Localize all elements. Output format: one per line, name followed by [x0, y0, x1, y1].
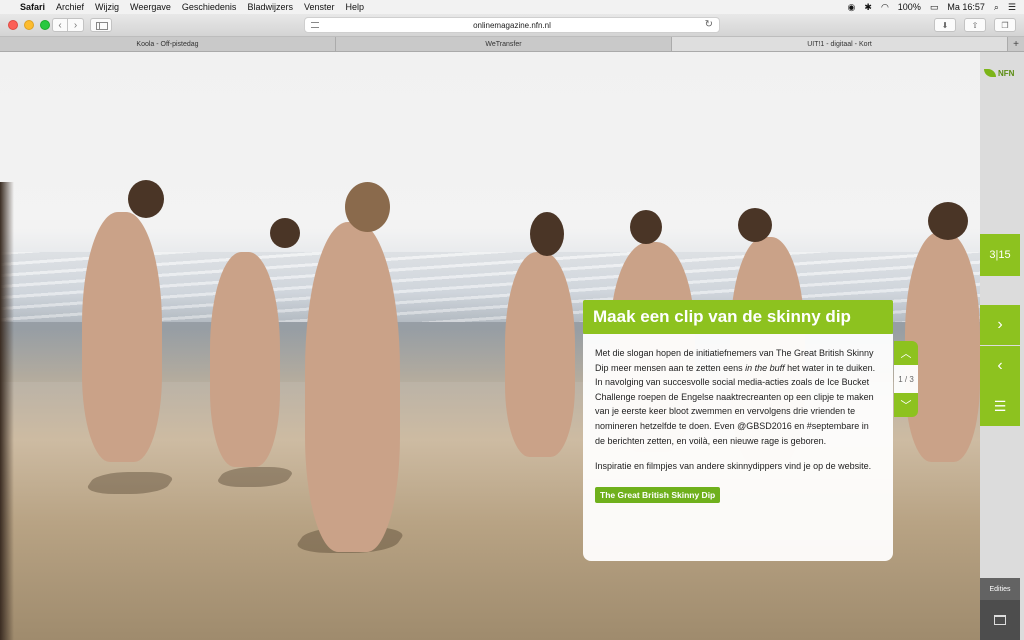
- bluetooth-icon[interactable]: ✱: [864, 2, 872, 13]
- article-title: Maak een clip van de skinny dip: [583, 300, 893, 334]
- chevron-right-icon: ›: [73, 19, 78, 31]
- figure-shadow: [212, 467, 298, 487]
- leaf-icon: [984, 69, 996, 77]
- menu-geschiedenis[interactable]: Geschiedenis: [182, 2, 237, 12]
- runner-figure: [505, 252, 575, 457]
- previous-page-button[interactable]: ‹: [980, 346, 1020, 386]
- inbox-button[interactable]: [980, 600, 1020, 640]
- spotlight-icon[interactable]: ⌕: [994, 2, 999, 13]
- runner-head: [630, 210, 662, 244]
- history-nav: ‹ ›: [52, 18, 84, 32]
- chevron-up-icon: ︿: [900, 348, 912, 360]
- battery-icon[interactable]: ▭: [930, 2, 939, 13]
- skinny-dip-link-button[interactable]: The Great British Skinny Dip: [595, 486, 721, 503]
- page-viewport: Maak een clip van de skinny dip Met die …: [0, 52, 1024, 640]
- magazine-sidebar: NFN 3|15 › ‹ ☰ Edities: [980, 52, 1024, 640]
- pager-indicator: 1 / 3: [894, 365, 918, 393]
- tab-koola[interactable]: Koola - Off-pistedag: [0, 37, 336, 51]
- runner-head: [345, 182, 390, 232]
- article-panel: Met die slogan hopen de initiatiefnemers…: [583, 334, 893, 561]
- tabs-icon: ❐: [1001, 20, 1009, 30]
- browser-toolbar: ‹ › onlinemagazine.nfn.nl ↻ ⬇ ⇧ ❐: [0, 14, 1024, 37]
- back-button[interactable]: ‹: [52, 18, 68, 32]
- clock[interactable]: Ma 16:57: [947, 2, 985, 12]
- inbox-icon: [994, 615, 1006, 625]
- creative-cloud-icon[interactable]: ◉: [848, 2, 856, 13]
- next-page-button[interactable]: ›: [980, 305, 1020, 345]
- chevron-right-icon: ›: [997, 316, 1003, 333]
- menu-button[interactable]: ☰: [980, 386, 1020, 426]
- reload-icon[interactable]: ↻: [705, 19, 713, 30]
- menubar-status: ◉ ✱ ◠ 100% ▭ Ma 16:57 ⌕ ☰: [848, 2, 1016, 13]
- edities-button[interactable]: Edities: [980, 578, 1020, 600]
- logo-text: NFN: [998, 68, 1015, 78]
- wifi-icon[interactable]: ◠: [881, 2, 889, 13]
- sidebar-toggle-button[interactable]: [90, 18, 112, 32]
- figure-shadow: [82, 472, 178, 494]
- toolbar-right: ⬇ ⇧ ❐: [934, 18, 1016, 32]
- pager-up-button[interactable]: ︿: [894, 341, 918, 365]
- article-paragraph-1: Met die slogan hopen de initiatiefnemers…: [595, 346, 881, 448]
- window-controls: [8, 20, 50, 30]
- zoom-window-button[interactable]: [40, 20, 50, 30]
- article-pager: ︿ 1 / 3 ﹀: [894, 341, 918, 417]
- macos-menubar: Safari Archief Wijzig Weergave Geschiede…: [0, 0, 1024, 14]
- runner-figure: [210, 252, 280, 467]
- downloads-button[interactable]: ⬇: [934, 18, 956, 32]
- menu-venster[interactable]: Venster: [304, 2, 335, 12]
- menu-weergave[interactable]: Weergave: [130, 2, 171, 12]
- emphasis-text: in the buff: [745, 362, 785, 373]
- runner-head: [530, 212, 564, 256]
- reader-icon[interactable]: [311, 22, 319, 28]
- menu-bladwijzers[interactable]: Bladwijzers: [247, 2, 293, 12]
- text-span: het water in te duiken. In navolging van…: [595, 362, 876, 446]
- tab-bar: Koola - Off-pistedag WeTransfer UIT!1 - …: [0, 37, 1024, 52]
- article-paragraph-2: Inspiratie en filmpjes van andere skinny…: [595, 461, 872, 472]
- show-tabs-button[interactable]: ❐: [994, 18, 1016, 32]
- chevron-left-icon: ‹: [997, 357, 1003, 374]
- share-icon: ⇧: [971, 20, 979, 30]
- forward-button[interactable]: ›: [68, 18, 84, 32]
- runner-head: [738, 208, 772, 242]
- tab-wetransfer[interactable]: WeTransfer: [336, 37, 672, 51]
- pager-down-button[interactable]: ﹀: [894, 393, 918, 417]
- nfn-logo[interactable]: NFN: [984, 66, 1020, 80]
- runner-head: [928, 202, 968, 240]
- chevron-down-icon: ﹀: [900, 400, 912, 412]
- share-button[interactable]: ⇧: [964, 18, 986, 32]
- address-bar[interactable]: onlinemagazine.nfn.nl ↻: [304, 17, 720, 33]
- new-tab-button[interactable]: +: [1008, 37, 1024, 51]
- runner-head: [270, 218, 300, 248]
- runner-head: [128, 180, 164, 218]
- download-icon: ⬇: [941, 20, 949, 30]
- url-text: onlinemagazine.nfn.nl: [473, 20, 551, 30]
- hamburger-icon: ☰: [993, 397, 1007, 414]
- menu-wijzig[interactable]: Wijzig: [95, 2, 119, 12]
- photo-edge: [0, 182, 14, 640]
- runner-figure: [305, 222, 400, 552]
- menu-archief[interactable]: Archief: [56, 2, 84, 12]
- tab-uit1[interactable]: UIT!1 - digitaal - Kort: [672, 37, 1008, 51]
- menu-app-safari[interactable]: Safari: [20, 2, 45, 12]
- close-window-button[interactable]: [8, 20, 18, 30]
- menu-help[interactable]: Help: [345, 2, 364, 12]
- page-counter: 3|15: [980, 234, 1020, 276]
- battery-percentage[interactable]: 100%: [898, 2, 921, 12]
- runner-figure: [82, 212, 162, 462]
- minimize-window-button[interactable]: [24, 20, 34, 30]
- notification-center-icon[interactable]: ☰: [1008, 2, 1016, 13]
- chevron-left-icon: ‹: [58, 19, 62, 31]
